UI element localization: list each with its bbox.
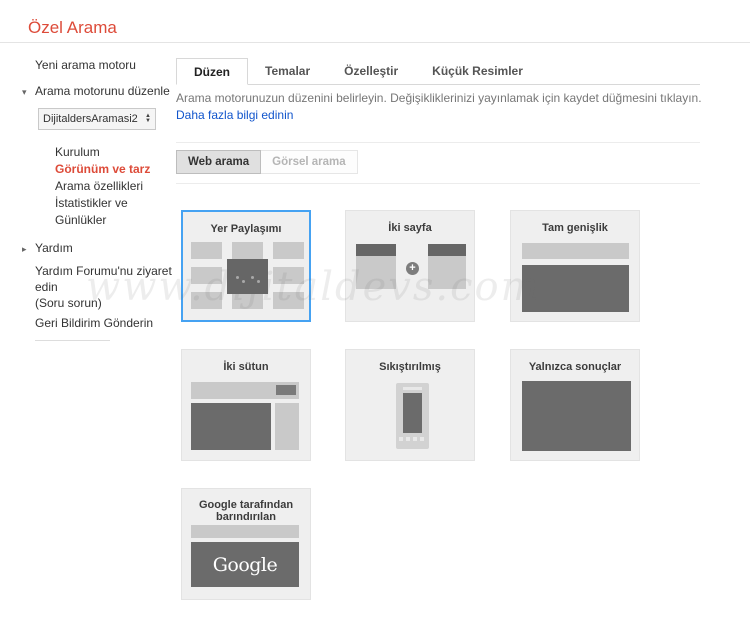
sidebar-item-search-features[interactable]: Arama özellikleri — [55, 178, 176, 195]
preview-shape — [232, 292, 263, 309]
tab-thumbnails[interactable]: Küçük Resimler — [415, 58, 540, 84]
preview-page-right — [428, 244, 466, 289]
preview-shape — [428, 256, 466, 289]
learn-more-link[interactable]: Daha fazla bilgi edinin — [176, 108, 293, 122]
layout-card-compact[interactable]: Sıkıştırılmış — [345, 349, 475, 461]
preview-shape — [403, 387, 422, 390]
sidebar-divider — [35, 340, 110, 341]
engine-select[interactable]: DijitaldersAramasi2 ▲ ▼ — [38, 108, 156, 130]
google-logo: Google — [212, 553, 278, 576]
image-search-button[interactable]: Görsel arama — [260, 150, 358, 174]
sidebar-item-setup[interactable]: Kurulum — [55, 144, 176, 161]
layout-card-overlay[interactable]: Yer Paylaşımı — [181, 210, 311, 322]
preview-shape — [191, 525, 299, 538]
layout-card-title: Google tarafından barındırılan — [198, 499, 294, 523]
tab-bar: Düzen Temalar Özelleştir Küçük Resimler — [176, 58, 700, 85]
layout-card-title: Sıkıştırılmış — [379, 361, 441, 373]
layout-card-google-hosted[interactable]: Google tarafından barındırılan Google — [181, 488, 311, 600]
sidebar-item-send-feedback[interactable]: Geri Bildirim Gönderin — [35, 316, 176, 331]
layout-card-title: İki sütun — [223, 361, 269, 373]
layout-card-title: İki sayfa — [388, 222, 432, 234]
preview-shape — [191, 403, 271, 450]
layout-card-two-column[interactable]: İki sütun — [181, 349, 311, 461]
preview-shape — [273, 267, 304, 284]
preview-shape — [522, 381, 631, 451]
updown-arrows-icon: ▲ ▼ — [145, 113, 151, 124]
sidebar-item-statistics-logs[interactable]: İstatistikler ve Günlükler — [55, 195, 160, 229]
preview-shape — [522, 265, 629, 312]
preview-dot — [251, 276, 254, 279]
sidebar: Yeni arama motoru ▾ Arama motorunu düzen… — [0, 56, 176, 341]
custom-search-page: Özel Arama Yeni arama motoru ▾ Arama mot… — [0, 0, 750, 618]
layout-card-results-only[interactable]: Yalnızca sonuçlar — [510, 349, 640, 461]
preview-shape — [356, 256, 396, 289]
preview-shape — [191, 267, 222, 284]
preview-dot — [236, 276, 239, 279]
preview-dot — [257, 280, 260, 283]
layout-card-title: Yer Paylaşımı — [210, 223, 282, 235]
preview-shape — [428, 244, 466, 256]
preview-shape — [191, 292, 222, 309]
preview-phone-buttons — [399, 437, 424, 441]
preview-shape — [403, 393, 422, 433]
plus-icon: + — [406, 262, 419, 275]
sidebar-item-ask-question[interactable]: (Soru sorun) — [35, 295, 176, 311]
layout-card-full-width[interactable]: Tam genişlik — [510, 210, 640, 322]
layout-description: Arama motorunuzun düzenini belirleyin. D… — [176, 91, 702, 105]
sidebar-item-look-and-feel[interactable]: Görünüm ve tarz — [55, 161, 176, 178]
tab-layout[interactable]: Düzen — [176, 58, 248, 85]
tab-customize[interactable]: Özelleştir — [327, 58, 415, 84]
sidebar-item-help[interactable]: ▸ Yardım — [22, 241, 176, 255]
preview-shape: Google — [191, 542, 299, 587]
divider — [176, 183, 700, 184]
triangle-down-icon: ▾ — [22, 87, 27, 97]
preview-shape — [276, 385, 296, 395]
preview-page-left — [356, 244, 396, 289]
page-title: Özel Arama — [28, 18, 117, 38]
preview-shape — [522, 243, 629, 259]
sidebar-item-edit-engine[interactable]: ▾ Arama motorunu düzenle — [22, 84, 176, 98]
sidebar-submenu: Kurulum Görünüm ve tarz Arama özellikler… — [55, 144, 176, 229]
engine-select-value: DijitaldersAramasi2 — [43, 113, 138, 125]
sidebar-item-label: Arama motorunu düzenle — [35, 84, 170, 98]
preview-shape — [273, 292, 304, 309]
sidebar-item-help-forum[interactable]: Yardım Forumu'nu ziyaret edin — [35, 263, 173, 295]
preview-shape — [275, 403, 299, 450]
search-type-toggle: Web arama Görsel arama — [176, 150, 358, 174]
sidebar-item-new-engine[interactable]: Yeni arama motoru — [35, 58, 176, 73]
web-search-button[interactable]: Web arama — [176, 150, 262, 174]
preview-shape — [273, 242, 304, 259]
preview-shape — [356, 244, 396, 256]
sidebar-item-label: Yardım — [35, 241, 73, 255]
preview-dot — [242, 280, 245, 283]
preview-overlay-block — [227, 259, 268, 294]
preview-shape — [232, 242, 263, 259]
triangle-right-icon: ▸ — [22, 244, 27, 254]
layout-card-two-page[interactable]: İki sayfa + — [345, 210, 475, 322]
header-divider — [0, 42, 750, 43]
layout-card-title: Tam genişlik — [542, 222, 608, 234]
layout-card-title: Yalnızca sonuçlar — [528, 361, 622, 373]
tab-themes[interactable]: Temalar — [248, 58, 327, 84]
preview-shape — [191, 242, 222, 259]
divider — [176, 142, 700, 143]
